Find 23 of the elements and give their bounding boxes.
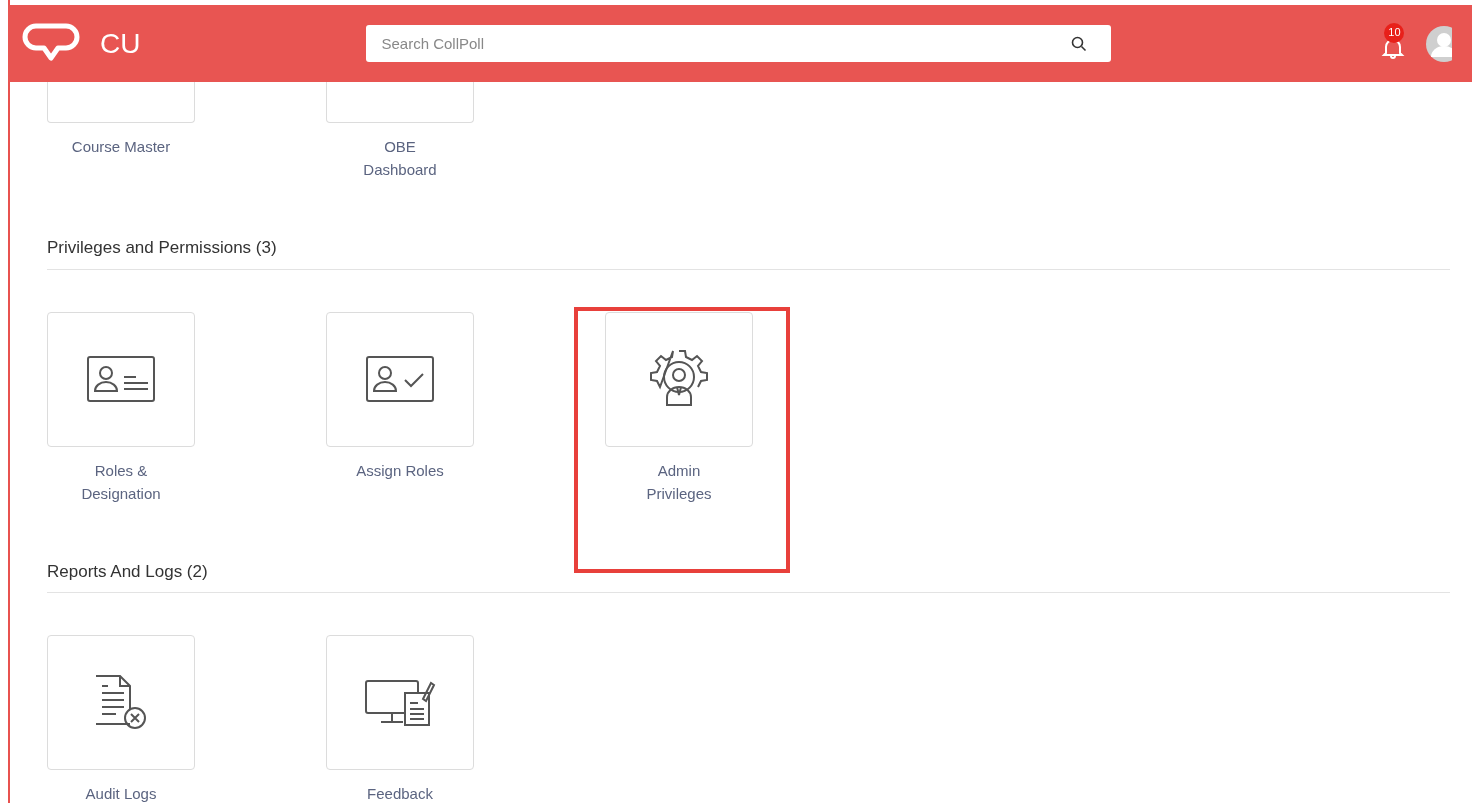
notification-count: 10 xyxy=(1384,22,1405,43)
tile-button[interactable] xyxy=(47,82,195,123)
tile-button[interactable] xyxy=(47,311,195,447)
tile-button[interactable] xyxy=(605,311,753,447)
tile-label[interactable]: Audit Logs xyxy=(68,782,174,803)
tile-label[interactable]: Assign Roles xyxy=(347,458,453,482)
avatar-icon[interactable] xyxy=(1426,25,1453,62)
tile-button[interactable] xyxy=(326,311,474,447)
tile-button[interactable] xyxy=(326,635,474,770)
search-field[interactable]: Search CollPoll xyxy=(366,25,1112,62)
section-heading: Reports And Logs (2) xyxy=(47,558,1450,593)
logo-text[interactable]: CU xyxy=(100,22,141,65)
id-card-check-icon xyxy=(365,355,435,403)
tile-label[interactable]: Course Master xyxy=(68,135,174,158)
tile-button[interactable] xyxy=(326,82,474,123)
tile-label[interactable]: Roles & Designation xyxy=(68,458,174,505)
tile-label[interactable]: Feedback xyxy=(347,782,453,803)
tile-button[interactable] xyxy=(47,635,195,770)
tile-label[interactable]: OBE Dashboard xyxy=(347,135,453,181)
search-icon[interactable] xyxy=(1071,36,1088,52)
id-card-icon xyxy=(86,355,156,403)
tile-label[interactable]: Admin Privileges xyxy=(626,458,732,505)
section-heading: Privileges and Permissions (3) xyxy=(47,235,1450,270)
